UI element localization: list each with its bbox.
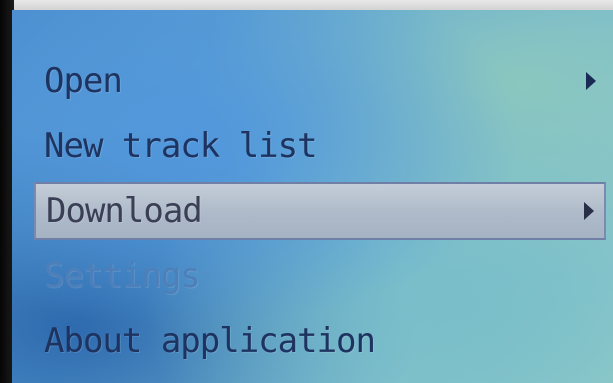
submenu-arrow-icon bbox=[584, 202, 594, 220]
menu-item-download[interactable]: Download bbox=[34, 182, 606, 240]
menu-item-label: Download bbox=[46, 191, 203, 231]
device-frame: Open New track list Download Settings Ab… bbox=[0, 0, 613, 383]
menu-item-open[interactable]: Open bbox=[34, 52, 606, 110]
menu-item-settings[interactable]: Settings bbox=[34, 247, 606, 305]
menu-item-label: New track list bbox=[44, 126, 318, 166]
menu-item-label: Open bbox=[44, 61, 123, 101]
menu-item-about-application[interactable]: About application bbox=[34, 312, 606, 370]
options-menu: Open New track list Download Settings Ab… bbox=[34, 52, 606, 377]
menu-item-label: About application bbox=[44, 321, 376, 361]
submenu-arrow-icon bbox=[586, 72, 596, 90]
menu-item-new-track-list[interactable]: New track list bbox=[34, 117, 606, 175]
menu-item-label: Settings bbox=[44, 256, 201, 296]
device-screen: Open New track list Download Settings Ab… bbox=[12, 10, 613, 383]
